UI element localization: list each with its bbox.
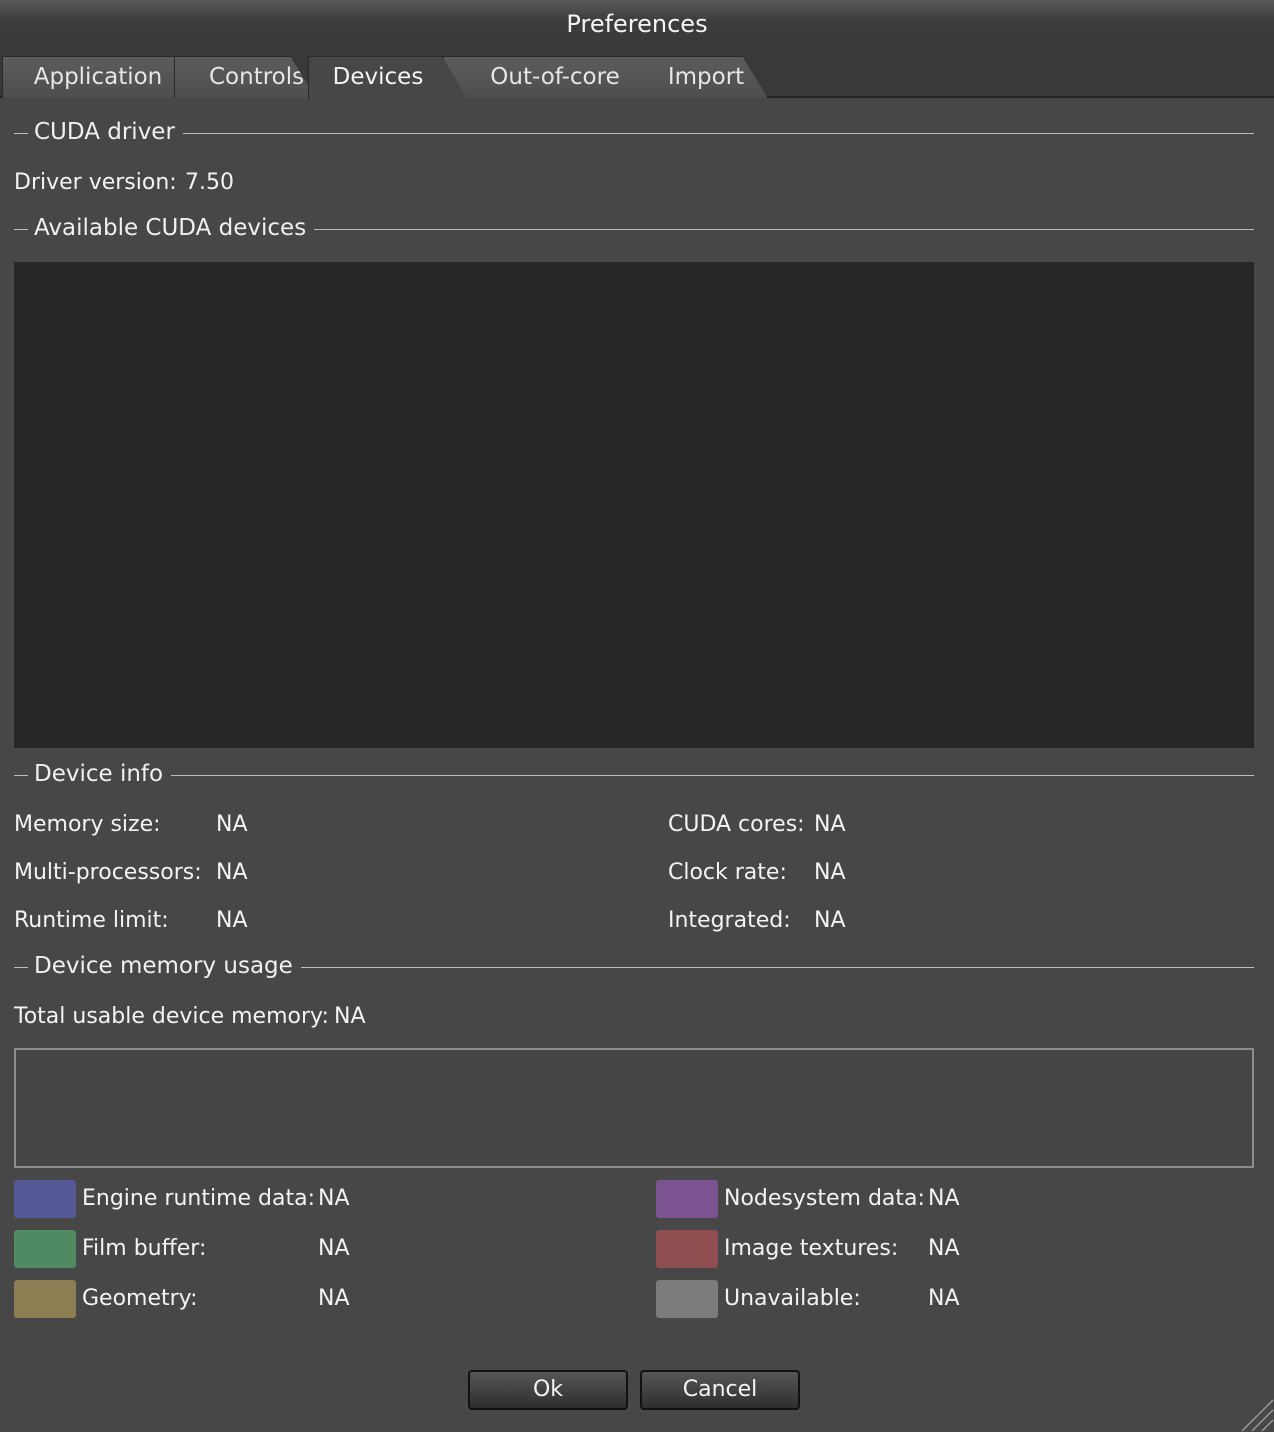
resize-grip-icon[interactable]	[1238, 1396, 1274, 1432]
tab-bar: Application Controls Out-of-core Import …	[0, 50, 1274, 98]
image-textures-label: Image textures:	[724, 1236, 899, 1261]
available-devices-section: Available CUDA devices	[14, 213, 1254, 243]
image-textures-swatch	[656, 1230, 718, 1268]
available-devices-heading: Available CUDA devices	[34, 215, 307, 241]
total-memory-value: NA	[334, 1004, 366, 1029]
film-buffer-value: NA	[318, 1236, 350, 1261]
nodesystem-swatch	[656, 1180, 718, 1218]
tab-application[interactable]: Application	[2, 56, 200, 98]
devices-list[interactable]	[14, 262, 1254, 748]
geometry-value: NA	[318, 1286, 350, 1311]
memory-usage-bar	[14, 1048, 1254, 1168]
tab-out-of-core[interactable]: Out-of-core	[443, 56, 647, 98]
runtime-limit-value: NA	[216, 908, 248, 933]
nodesystem-label: Nodesystem data:	[724, 1186, 925, 1211]
unavailable-value: NA	[928, 1286, 960, 1311]
cuda-driver-section: CUDA driver	[14, 117, 1254, 147]
film-buffer-label: Film buffer:	[82, 1236, 207, 1261]
engine-runtime-value: NA	[318, 1186, 350, 1211]
engine-runtime-label: Engine runtime data:	[82, 1186, 315, 1211]
tab-controls[interactable]: Controls	[174, 56, 316, 98]
title-bar: Preferences	[0, 0, 1274, 50]
tab-devices[interactable]: Devices	[308, 56, 468, 100]
geometry-label: Geometry:	[82, 1286, 198, 1311]
device-info-heading: Device info	[34, 761, 164, 787]
memory-size-label: Memory size:	[14, 812, 161, 837]
memory-size-value: NA	[216, 812, 248, 837]
integrated-label: Integrated:	[668, 908, 791, 933]
geometry-swatch	[14, 1280, 76, 1318]
multi-processors-value: NA	[216, 860, 248, 885]
cuda-cores-label: CUDA cores:	[668, 812, 805, 837]
memory-usage-section: Device memory usage	[14, 951, 1254, 981]
clock-rate-value: NA	[814, 860, 846, 885]
total-memory-label: Total usable device memory:	[14, 1004, 329, 1029]
runtime-limit-label: Runtime limit:	[14, 908, 169, 933]
unavailable-swatch	[656, 1280, 718, 1318]
engine-runtime-swatch	[14, 1180, 76, 1218]
device-info-section: Device info	[14, 759, 1254, 789]
cancel-button[interactable]: Cancel	[640, 1370, 800, 1410]
image-textures-value: NA	[928, 1236, 960, 1261]
driver-version-label: Driver version:	[14, 170, 177, 195]
ok-button[interactable]: Ok	[468, 1370, 628, 1410]
unavailable-label: Unavailable:	[724, 1286, 861, 1311]
window-title: Preferences	[566, 10, 708, 38]
film-buffer-swatch	[14, 1230, 76, 1268]
multi-processors-label: Multi-processors:	[14, 860, 202, 885]
nodesystem-value: NA	[928, 1186, 960, 1211]
driver-version-value: 7.50	[185, 170, 234, 195]
cuda-driver-heading: CUDA driver	[34, 119, 175, 145]
cuda-cores-value: NA	[814, 812, 846, 837]
clock-rate-label: Clock rate:	[668, 860, 787, 885]
memory-usage-heading: Device memory usage	[34, 953, 293, 979]
integrated-value: NA	[814, 908, 846, 933]
